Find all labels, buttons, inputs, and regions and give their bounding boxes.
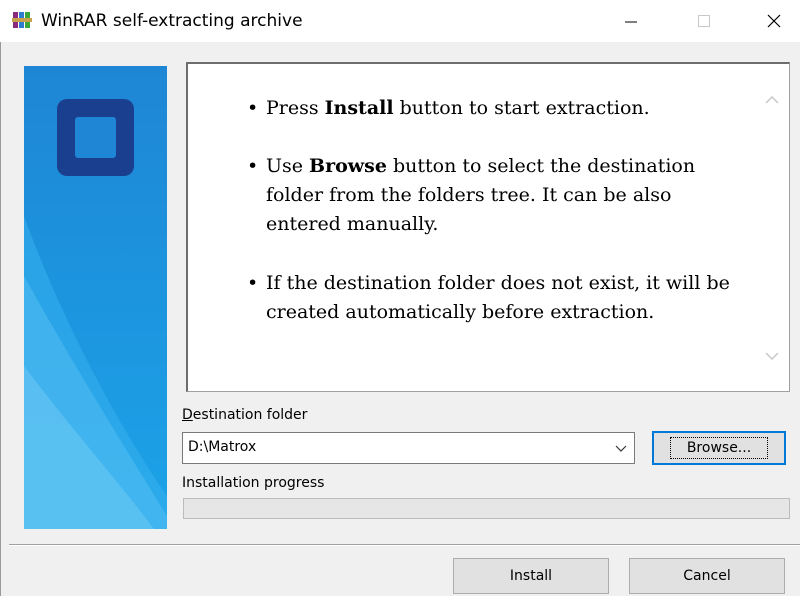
maximize-button[interactable] [681,0,727,42]
cancel-button[interactable]: Cancel [629,558,785,594]
instruction-item: • If the destination folder does not exis… [247,269,746,327]
minimize-icon [625,21,637,23]
instructions-panel[interactable]: • Press Install button to start extractio… [186,62,790,392]
bullet-icon: • [247,155,259,177]
side-banner [24,66,167,529]
instruction-text: Use [266,155,310,177]
instruction-item: • Use Browse button to select the destina… [247,152,746,239]
destination-folder-combobox[interactable]: D:\Matrox [182,432,635,464]
instruction-text: If the destination folder does not exist… [266,272,730,323]
window-title: WinRAR self-extracting archive [41,11,303,31]
winrar-books-icon [12,12,32,28]
bullet-icon: • [247,97,259,119]
browse-button-label: Browse... [669,437,769,459]
instruction-item: • Press Install button to start extractio… [247,94,746,123]
installation-progress-label: Installation progress [182,475,325,491]
minimize-button[interactable] [608,0,654,42]
title-bar[interactable]: WinRAR self-extracting archive [0,0,800,42]
instruction-bold-text: Install [324,97,394,119]
window-left-border [0,42,9,596]
close-icon [767,14,781,28]
instruction-bold-text: Browse [309,155,387,177]
install-button[interactable]: Install [453,558,609,594]
label-accelerator: D [182,407,193,423]
logo-square-icon [57,99,134,176]
instruction-text: button to start extraction. [393,97,650,119]
maximize-icon [698,15,710,27]
bullet-icon: • [247,272,259,294]
scroll-up-icon[interactable] [762,90,782,110]
separator-line [9,544,800,546]
installer-window: WinRAR self-extracting archive • Press I… [0,0,800,596]
close-button[interactable] [751,0,797,42]
banner-graphic [24,66,167,529]
label-text: estination folder [192,407,308,423]
destination-folder-value[interactable]: D:\Matrox [188,439,256,455]
scroll-down-icon[interactable] [762,346,782,366]
browse-button[interactable]: Browse... [652,431,786,465]
installation-progress-bar [183,498,790,519]
chevron-down-icon[interactable] [614,441,628,455]
instruction-text: Press [266,97,325,119]
destination-folder-label: Destination folder [182,407,307,423]
